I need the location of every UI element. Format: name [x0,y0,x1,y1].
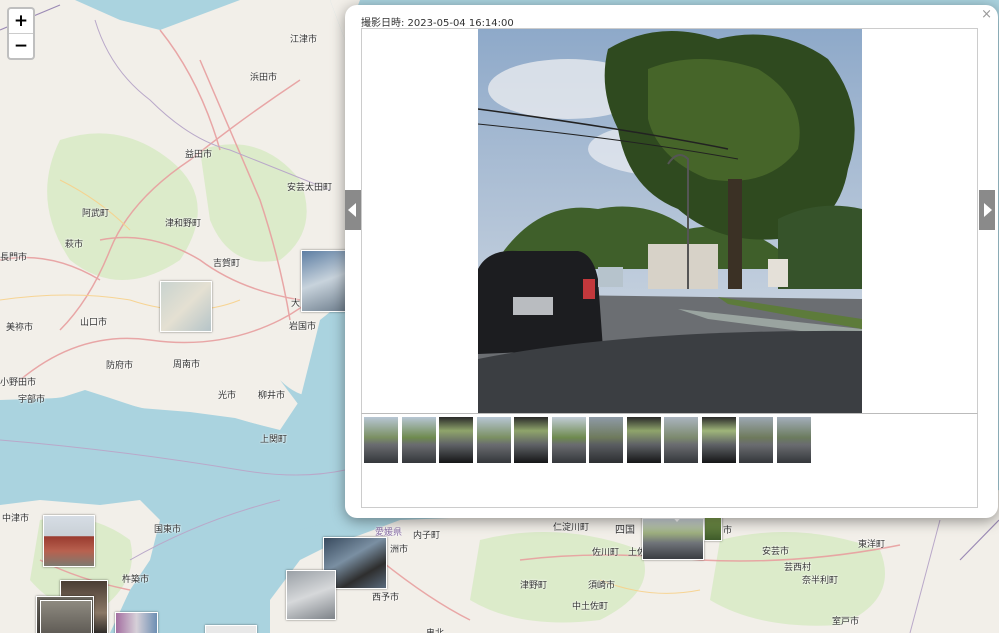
thumbnail[interactable] [776,417,811,463]
place-label: 津野町 [520,581,548,591]
thumbnail[interactable] [664,417,698,463]
place-label: 周南市 [173,360,201,370]
photo-timestamp: 撮影日時: 2023-05-04 16:14:00 [361,18,514,29]
thumbnail[interactable] [401,417,436,463]
thumbnail[interactable] [364,417,398,463]
place-label: 美祢市 [6,323,34,333]
close-icon[interactable]: × [981,7,992,22]
place-label: 益田市 [185,150,213,160]
place-label: 四国 [615,525,635,536]
place-label: 大 [291,299,301,309]
photo-marker[interactable] [286,570,336,620]
place-label: 中津市 [2,514,30,524]
chevron-left-icon [348,203,356,217]
thumbnail[interactable] [589,417,623,463]
photo-marker[interactable] [704,517,722,541]
place-label: 中土佐町 [572,602,609,612]
photo-marker[interactable] [40,600,92,633]
place-label: 長門市 [0,253,28,263]
photo-marker[interactable] [160,281,212,332]
photo-viewer [361,28,978,415]
place-label: 芸西村 [784,563,812,573]
place-label: 小野田市 [0,378,37,388]
photo-marker[interactable] [115,612,158,633]
place-label: 杵築市 [122,575,150,585]
thumbnail[interactable] [551,417,586,463]
place-label: 内子町 [413,531,441,541]
zoom-control: + − [7,7,35,60]
place-label: 洲市 [390,545,409,555]
photo-marker[interactable] [205,625,257,633]
thumbnail[interactable] [439,417,473,463]
place-label: 萩市 [65,240,84,250]
place-label: 西予市 [372,593,400,603]
previous-photo-button[interactable] [345,190,361,230]
place-label: 柳井市 [258,391,286,401]
place-label: 阿武町 [82,209,110,219]
thumbnail[interactable] [514,417,548,463]
thumbnail[interactable] [476,417,511,463]
place-label: 安芸市 [762,547,790,557]
main-photo [478,29,862,414]
place-label: 奈半利町 [802,576,839,586]
photo-marker[interactable] [43,515,95,567]
next-photo-button[interactable] [979,190,995,230]
place-label: 鬼北 [426,626,444,633]
thumbnail[interactable] [739,417,773,463]
place-label: 江津市 [290,35,318,45]
photo-marker[interactable] [301,250,347,312]
photo-popup: 撮影日時: 2023-05-04 16:14:00 × [345,5,998,518]
zoom-out-button[interactable]: − [9,33,33,58]
place-label: 室戸市 [832,617,860,627]
photo-marker[interactable] [642,518,704,560]
place-label: 山口市 [80,318,108,328]
place-label: 岩国市 [289,322,317,332]
place-label: 防府市 [106,361,134,371]
place-label: 東洋町 [858,540,886,550]
place-label: 浜田市 [250,73,278,83]
place-label: 須崎市 [588,581,616,591]
place-label: 宇部市 [18,395,46,405]
place-label: 上関町 [260,435,288,445]
place-label: 安芸太田町 [287,183,333,193]
thumbnail[interactable] [701,417,736,463]
place-label: 仁淀川町 [553,523,590,533]
thumbnail[interactable] [626,417,661,463]
thumbnail-strip [361,413,978,508]
chevron-right-icon [984,203,992,217]
place-label: 市 [723,526,733,536]
place-label: 津和野町 [165,219,202,229]
zoom-in-button[interactable]: + [9,9,33,33]
place-label: 佐川町 [592,548,620,558]
place-label: 吉賀町 [213,259,241,269]
place-label: 国東市 [154,525,182,535]
place-label: 光市 [218,391,237,401]
